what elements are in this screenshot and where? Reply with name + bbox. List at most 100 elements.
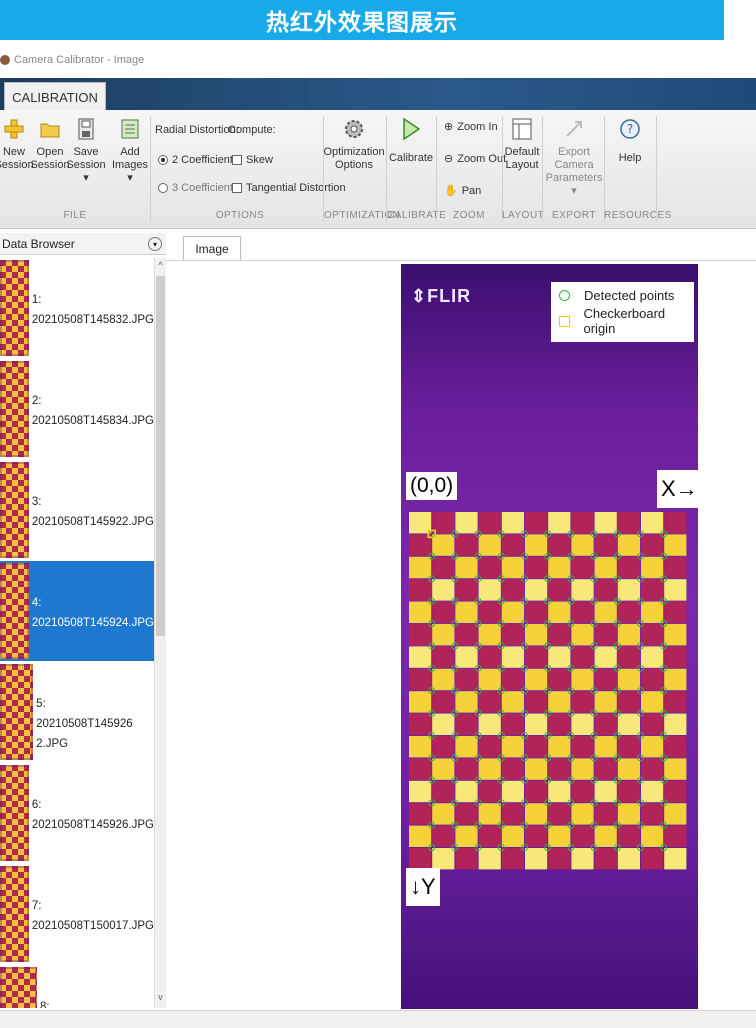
detected-point xyxy=(521,575,528,583)
list-item[interactable]: 2: 20210508T145834.JPG xyxy=(0,359,154,459)
save-session-button[interactable]: Save Session ▾ xyxy=(66,116,106,185)
three-coefficients-radio[interactable]: 3 Coefficients xyxy=(158,182,238,194)
scroll-up-icon[interactable]: ^ xyxy=(156,260,165,270)
list-item[interactable]: 7: 20210508T150017.JPG xyxy=(0,864,154,964)
status-bar xyxy=(0,1010,756,1028)
list-item-label: 7: 20210508T150017.JPG xyxy=(29,864,154,964)
detected-point xyxy=(521,620,528,627)
checker-square xyxy=(455,713,478,735)
checker-square xyxy=(525,579,548,601)
checker-square xyxy=(571,668,594,691)
checker-square xyxy=(617,579,640,601)
list-item[interactable]: 1: 20210508T145832.JPG xyxy=(0,258,154,358)
tangential-distortion-checkbox[interactable]: Tangential Distortion xyxy=(232,182,346,194)
detected-point xyxy=(428,732,436,739)
detected-point xyxy=(521,844,528,851)
checker-square xyxy=(525,668,548,691)
checker-square xyxy=(478,579,501,601)
zoom-out-button[interactable]: ⊖ Zoom Out xyxy=(444,152,506,166)
checker-square xyxy=(501,601,524,623)
detected-point xyxy=(497,642,505,650)
zoom-in-button[interactable]: ⊕ Zoom In xyxy=(444,120,498,134)
list-item[interactable]: 5: 20210508T145926 2.JPG xyxy=(0,662,154,762)
group-separator xyxy=(150,116,151,222)
checker-square xyxy=(594,668,617,691)
checkbox-icon xyxy=(232,155,242,165)
checker-square xyxy=(571,512,594,534)
list-item-label: 1: 20210508T145832.JPG xyxy=(29,258,154,358)
checker-square xyxy=(594,601,617,623)
checker-square xyxy=(641,758,664,780)
help-button[interactable]: ? Help xyxy=(612,116,648,165)
default-layout-button[interactable]: Default Layout xyxy=(504,116,540,172)
add-images-button[interactable]: Add Images ▾ xyxy=(110,116,150,185)
detected-point xyxy=(567,642,575,650)
checker-square xyxy=(571,803,594,825)
list-item[interactable]: 6: 20210508T145926.JPG xyxy=(0,763,154,863)
skew-checkbox[interactable]: Skew xyxy=(232,154,273,166)
list-item-label: 8: xyxy=(37,965,50,1008)
detected-point xyxy=(613,732,621,739)
image-index: 7: xyxy=(31,900,42,912)
checker-square xyxy=(432,646,455,668)
checker-square xyxy=(594,848,617,870)
checker-square xyxy=(501,512,524,534)
checker-square xyxy=(525,624,548,646)
tab-calibration[interactable]: CALIBRATION xyxy=(4,82,106,111)
detected-point xyxy=(521,687,528,695)
origin-label: (0,0) xyxy=(406,472,458,500)
scrollbar-thumb[interactable] xyxy=(156,276,165,636)
checker-square xyxy=(525,780,548,803)
open-session-button[interactable]: Open Session xyxy=(30,116,70,172)
checker-square xyxy=(617,713,640,735)
detected-point xyxy=(613,709,621,717)
detected-point xyxy=(590,552,598,560)
data-browser-list[interactable]: 1: 20210508T145832.JPG 2: 20210508T145834.J… xyxy=(0,258,154,1008)
checker-square xyxy=(571,713,594,735)
detected-point xyxy=(428,552,436,560)
detected-point xyxy=(613,799,621,807)
detected-point xyxy=(521,821,528,829)
new-session-button[interactable]: New Session xyxy=(0,116,34,172)
radio-selected-icon xyxy=(158,155,168,165)
list-item[interactable]: 4: 20210508T145924.JPG xyxy=(0,561,154,661)
checker-square xyxy=(478,825,501,847)
list-item-label: 2: 20210508T145834.JPG xyxy=(29,359,154,459)
checker-square xyxy=(455,825,478,847)
detected-point xyxy=(544,642,552,650)
detected-point xyxy=(567,597,575,605)
list-item[interactable]: 8: xyxy=(0,965,154,1008)
tab-image[interactable]: Image xyxy=(183,236,241,261)
checker-square xyxy=(664,780,687,803)
detected-point xyxy=(567,844,575,851)
scroll-down-icon[interactable]: v xyxy=(156,992,165,1002)
checker-square xyxy=(664,579,687,601)
checker-square xyxy=(548,668,571,691)
checker-square xyxy=(664,848,687,870)
detected-point xyxy=(660,844,668,851)
checker-square xyxy=(409,601,432,623)
list-item[interactable]: 3: 20210508T145922.JPG xyxy=(0,460,154,560)
detected-point xyxy=(613,620,621,627)
panel-menu-icon[interactable]: ▾ xyxy=(148,237,162,251)
image-filename: 20210508T145924.JPG xyxy=(31,617,154,629)
image-index: 4: xyxy=(31,597,42,609)
export-icon xyxy=(561,116,587,142)
detected-point xyxy=(660,732,668,739)
detected-point xyxy=(497,776,505,784)
legend-item-origin: Checkerboard origin xyxy=(551,306,694,336)
checker-square xyxy=(478,556,501,579)
thermal-image[interactable]: ⇕FLIR Detected points Checkerboard origi… xyxy=(401,264,698,1009)
data-browser-scrollbar[interactable]: ^ v xyxy=(154,258,166,1008)
checker-square xyxy=(548,534,571,556)
detected-point xyxy=(567,754,575,762)
detected-point xyxy=(521,597,528,605)
pan-button[interactable]: ✋ Pan xyxy=(444,184,481,198)
export-camera-parameters-button[interactable]: Export Camera Parameters ▾ xyxy=(544,116,604,198)
ribbon-toolbar: New Session Open Session Save Session ▾ … xyxy=(0,110,756,229)
checker-square xyxy=(664,668,687,691)
group-label-file: FILE xyxy=(63,210,87,221)
optimization-options-button[interactable]: Optimization Options xyxy=(323,116,385,172)
calibrate-button[interactable]: Calibrate xyxy=(389,116,433,165)
two-coefficients-radio[interactable]: 2 Coefficients xyxy=(158,154,238,166)
